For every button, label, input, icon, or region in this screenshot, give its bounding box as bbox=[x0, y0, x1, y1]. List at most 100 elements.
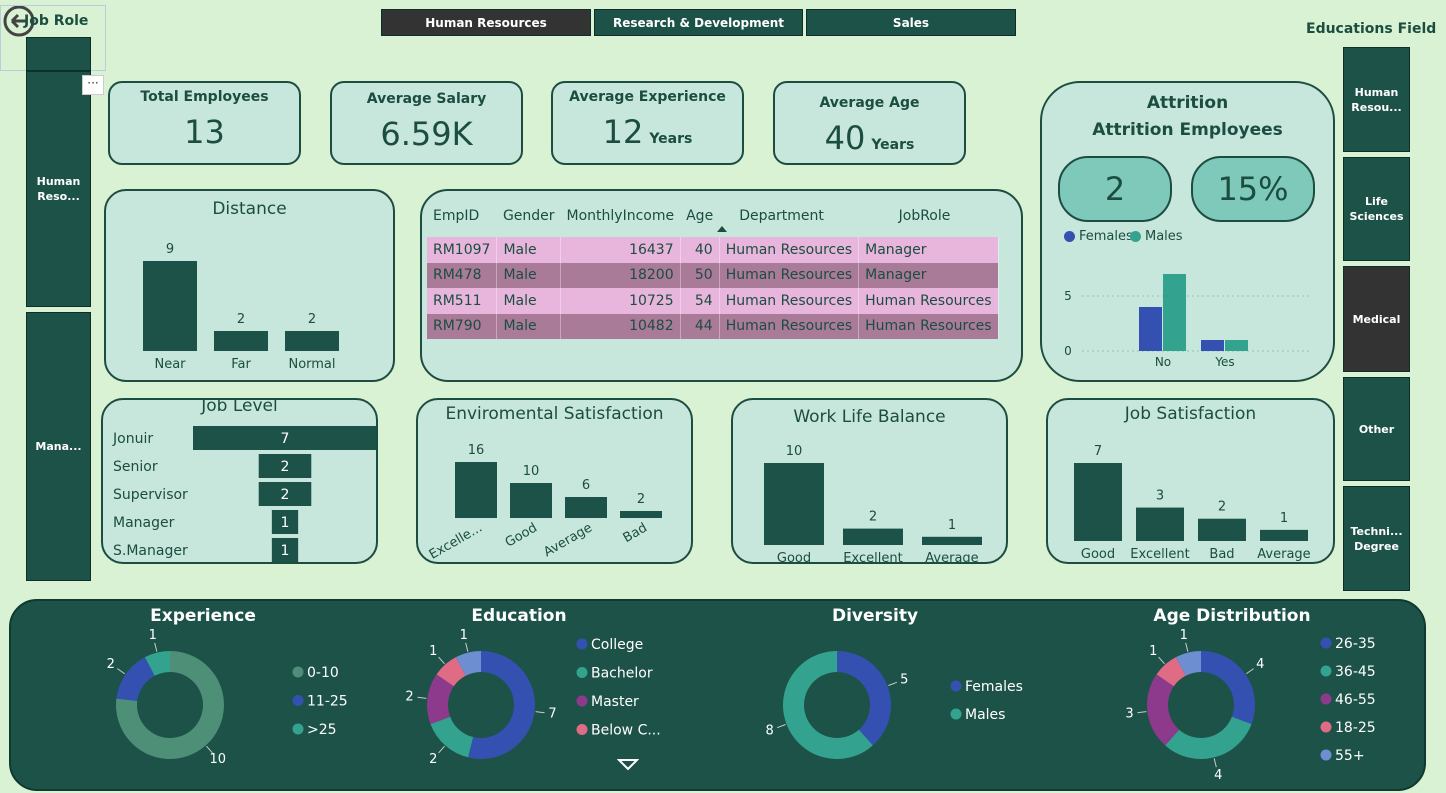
table-row[interactable]: RM478 Male 18200 50 Human Resources Manager bbox=[427, 262, 999, 288]
work-life-card: Work Life Balance 10 Good 2 Excellent 1 Avera… bbox=[731, 398, 1008, 564]
table-cell: Human Resources bbox=[719, 288, 860, 314]
scroll-down-icon[interactable] bbox=[617, 758, 639, 772]
chart-title: Experience bbox=[150, 606, 256, 626]
more-options-icon[interactable]: ··· bbox=[82, 75, 104, 95]
slicer-item-human-resources[interactable]: Human Reso... bbox=[26, 71, 91, 307]
legend-males: Males bbox=[1130, 229, 1183, 244]
slicer-item-life-sciences[interactable]: Life Sciences bbox=[1343, 157, 1410, 261]
data-label: 2 bbox=[107, 657, 115, 672]
env-satisfaction-chart: 16 Excelle... 10 Good 6 Average 2 Bad bbox=[427, 443, 662, 562]
column-header[interactable]: EmpID bbox=[427, 195, 497, 237]
data-label: 2 bbox=[308, 312, 316, 327]
legend-label: 0-10 bbox=[307, 665, 339, 681]
table-cell: RM511 bbox=[427, 288, 498, 314]
legend-label: Females bbox=[1079, 229, 1133, 244]
kpi-title: Average Experience bbox=[569, 89, 726, 105]
slicer-item-other[interactable]: Other bbox=[1343, 377, 1410, 481]
legend-label: >25 bbox=[307, 722, 337, 738]
leader-line bbox=[1213, 758, 1217, 768]
bar bbox=[510, 483, 552, 518]
bar bbox=[1074, 463, 1122, 541]
leader-line bbox=[438, 745, 445, 754]
table-cell: 10725 bbox=[560, 288, 681, 314]
attrition-percent-pill: 15% bbox=[1191, 156, 1315, 222]
attrition-percent: 15% bbox=[1217, 170, 1289, 208]
legend-label: Males bbox=[965, 707, 1005, 723]
legend-dot bbox=[1320, 637, 1332, 649]
legend-label: 11-25 bbox=[307, 694, 348, 710]
table-row[interactable]: RM1097 Male 16437 40 Human Resources Manager bbox=[427, 237, 999, 263]
data-label: 2 bbox=[1218, 500, 1226, 515]
slicer-item-medical[interactable]: Medical bbox=[1343, 266, 1410, 372]
table-row[interactable]: RM511 Male 10725 54 Human Resources Human Res… bbox=[427, 288, 999, 314]
data-label: 1 bbox=[948, 518, 956, 533]
chart-title: Education bbox=[471, 606, 566, 626]
tick-label: Average bbox=[541, 520, 595, 560]
data-label: 2 bbox=[281, 487, 290, 503]
legend-dot bbox=[576, 695, 588, 707]
bar bbox=[285, 331, 339, 351]
bar bbox=[1225, 340, 1248, 351]
legend-dot bbox=[1320, 749, 1332, 761]
tick-label: Normal bbox=[288, 357, 335, 372]
distance-chart: 9 Near 2 Far 2 Normal bbox=[143, 242, 339, 372]
kpi-title: Average Age bbox=[819, 95, 920, 111]
kpi-value-wrap: 40 Years bbox=[775, 119, 964, 157]
table-cell: Human Resources bbox=[719, 313, 860, 339]
bar bbox=[620, 511, 662, 518]
env-satisfaction-card: Enviromental Satisfaction 16 Excelle... 10… bbox=[416, 398, 693, 564]
table-cell: Human Resources bbox=[719, 262, 860, 288]
data-label: 10 bbox=[786, 444, 803, 459]
column-header[interactable]: Gender bbox=[497, 195, 561, 237]
tab-research-development[interactable]: Research & Development bbox=[594, 9, 803, 36]
data-label: 2 bbox=[237, 312, 245, 327]
kpi-unit: Years bbox=[649, 131, 693, 147]
tick-label: Far bbox=[231, 357, 251, 372]
attrition-subtitle: Attrition Employees bbox=[1092, 120, 1283, 140]
table-cell: Male bbox=[496, 313, 562, 339]
data-label: 1 bbox=[1280, 511, 1288, 526]
employee-table: EmpID Gender MonthlyIncome Age Department Job… bbox=[427, 195, 999, 339]
legend-dot bbox=[1064, 231, 1075, 242]
column-header[interactable]: JobRole bbox=[859, 195, 998, 237]
legend-label: 55+ bbox=[1335, 748, 1365, 764]
work-life-balance-chart: 10 Good 2 Excellent 1 Average bbox=[764, 444, 982, 562]
attrition-count-pill: 2 bbox=[1058, 156, 1172, 222]
legend-dot bbox=[1320, 665, 1332, 677]
column-header[interactable]: Department bbox=[719, 195, 858, 237]
tick-label: Supervisor bbox=[113, 487, 188, 503]
data-label: 6 bbox=[582, 478, 590, 493]
tab-human-resources[interactable]: Human Resources bbox=[381, 9, 591, 36]
legend-dot bbox=[1130, 231, 1141, 242]
slicer-item-technical-degree[interactable]: Techni... Degree bbox=[1343, 486, 1410, 591]
kpi-average-experience: Average Experience 12 Years bbox=[551, 81, 744, 165]
column-header[interactable]: MonthlyIncome bbox=[561, 195, 681, 237]
slice bbox=[1165, 716, 1252, 759]
legend-dot bbox=[1320, 721, 1332, 733]
table-cell: Human Resources bbox=[719, 237, 860, 263]
data-label: 8 bbox=[766, 724, 774, 739]
legend-dot bbox=[292, 723, 304, 735]
table-cell: Male bbox=[496, 237, 562, 263]
attrition-title: Attrition bbox=[1146, 93, 1229, 113]
kpi-average-age: Average Age 40 Years bbox=[773, 81, 966, 165]
legend-dot bbox=[1320, 693, 1332, 705]
slicer-item-manager[interactable]: Mana... bbox=[26, 312, 91, 581]
legend-dot bbox=[950, 680, 962, 692]
kpi-total-employees: Total Employees 13 bbox=[108, 81, 301, 165]
leader-line bbox=[1158, 656, 1165, 665]
kpi-value: 12 bbox=[602, 113, 644, 151]
data-label: 2 bbox=[869, 510, 877, 525]
column-header[interactable]: Age bbox=[680, 195, 719, 237]
kpi-unit: Years bbox=[871, 137, 915, 153]
slicer-item-edu-human-resources[interactable]: Human Resou... bbox=[1343, 47, 1410, 152]
leader-line bbox=[535, 711, 545, 714]
bar bbox=[1136, 507, 1184, 541]
tick-label: Excellent bbox=[1130, 547, 1189, 562]
tick-label: Near bbox=[154, 357, 186, 372]
tab-sales[interactable]: Sales bbox=[806, 9, 1016, 36]
table-cell: 18200 bbox=[560, 262, 681, 288]
leader-line bbox=[117, 668, 126, 675]
table-cell: RM790 bbox=[427, 313, 498, 339]
table-row[interactable]: RM790 Male 10482 44 Human Resources Human Res… bbox=[427, 313, 999, 339]
